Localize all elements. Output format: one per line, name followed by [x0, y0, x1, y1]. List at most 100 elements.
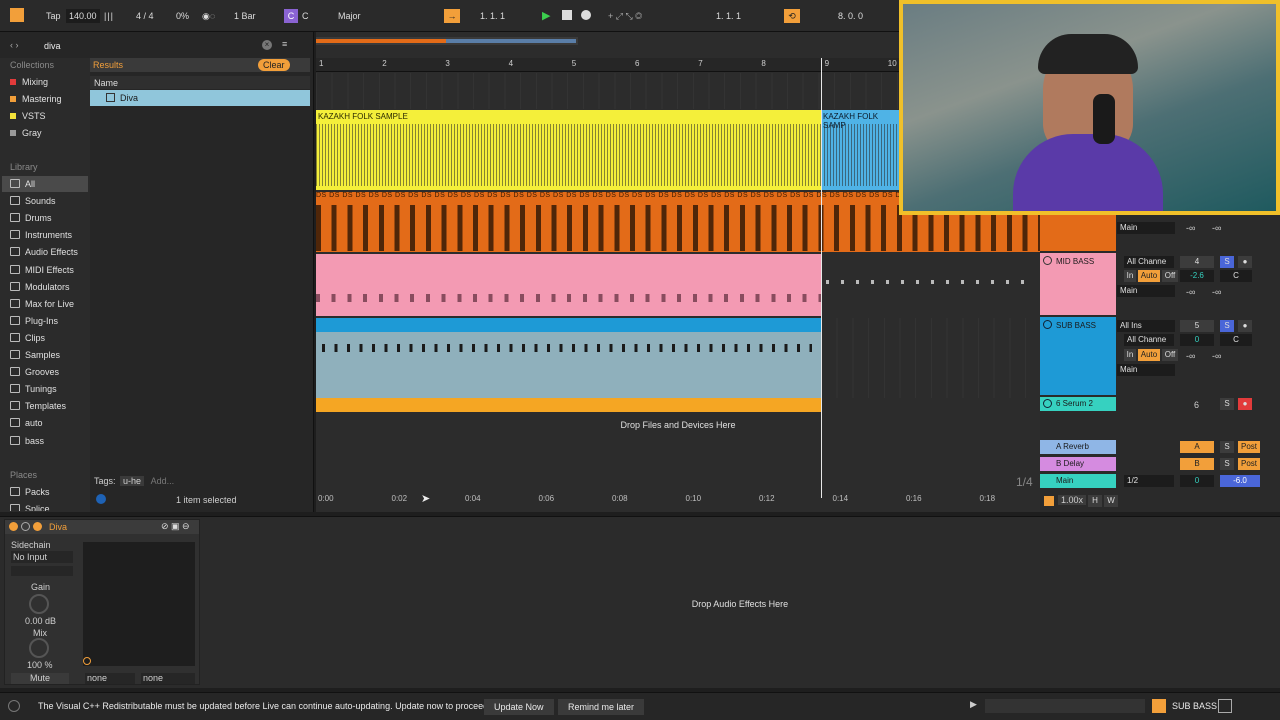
- h-button[interactable]: H: [1088, 495, 1102, 507]
- remind-later-button[interactable]: Remind me later: [558, 699, 645, 715]
- library-item[interactable]: Templates: [10, 398, 88, 414]
- loop-length-field[interactable]: 8. 0. 0: [838, 9, 863, 23]
- mod-slot-1[interactable]: none: [85, 673, 135, 684]
- search-input[interactable]: diva: [44, 41, 61, 51]
- time-signature[interactable]: 4 / 4: [136, 9, 154, 23]
- add-tag-input[interactable]: Add...: [151, 476, 175, 486]
- live-logo-icon[interactable]: [10, 8, 24, 22]
- time-label[interactable]: 0:00: [318, 494, 334, 503]
- diva-device[interactable]: Diva ⊘ ▣ ⊖ Sidechain No Input Gain 0.00 …: [4, 519, 200, 685]
- gain-knob[interactable]: [29, 594, 49, 614]
- pan-field[interactable]: C: [1220, 270, 1252, 282]
- library-item[interactable]: Modulators: [10, 279, 88, 295]
- clear-button[interactable]: Clear: [258, 59, 290, 71]
- collection-item[interactable]: Gray: [10, 125, 88, 141]
- monitor-auto[interactable]: Auto: [1138, 349, 1160, 361]
- clip-kazakh-folk[interactable]: KAZAKH FOLK SAMPLE: [316, 110, 821, 190]
- loop-toggle-icon[interactable]: ⟲: [784, 9, 800, 23]
- library-item[interactable]: MIDI Effects: [10, 262, 88, 278]
- w-button[interactable]: W: [1104, 495, 1118, 507]
- output-dropdown[interactable]: Main: [1117, 222, 1175, 234]
- update-now-button[interactable]: Update Now: [484, 699, 554, 715]
- device-controls-icons[interactable]: ⊘ ▣ ⊖: [161, 521, 190, 532]
- warning-icon[interactable]: [1152, 699, 1166, 713]
- clip-sub-bass[interactable]: [316, 318, 821, 398]
- loop-start-field[interactable]: 1. 1. 1: [716, 9, 741, 23]
- play-icon[interactable]: ▶: [542, 9, 550, 23]
- solo-button[interactable]: S: [1220, 256, 1234, 268]
- bar-number[interactable]: 10: [888, 59, 897, 68]
- solo-button[interactable]: S: [1220, 441, 1234, 453]
- bar-number[interactable]: 3: [445, 59, 449, 68]
- solo-button[interactable]: S: [1220, 320, 1234, 332]
- sidechain-dropdown[interactable]: No Input: [11, 551, 73, 563]
- library-item[interactable]: Samples: [10, 347, 88, 363]
- mod-slot-2[interactable]: none: [141, 673, 195, 684]
- time-label[interactable]: 0:14: [833, 494, 849, 503]
- output-dropdown[interactable]: Main: [1117, 285, 1175, 297]
- groove-percent[interactable]: 0%: [176, 9, 189, 23]
- library-item[interactable]: Sounds: [10, 193, 88, 209]
- overview-strip[interactable]: [316, 37, 578, 45]
- monitor-off[interactable]: Off: [1162, 270, 1178, 282]
- input-channel-dropdown[interactable]: All Channe: [1124, 334, 1174, 346]
- clip-kazakh-folk-2[interactable]: KAZAKH FOLK SAMP: [821, 110, 901, 190]
- input-type-dropdown[interactable]: All Ins: [1117, 320, 1175, 332]
- bar-number[interactable]: 9: [825, 59, 829, 68]
- follow-icon[interactable]: [1044, 496, 1054, 506]
- post-button[interactable]: Post: [1238, 441, 1260, 453]
- solo-button[interactable]: S: [1220, 458, 1234, 470]
- library-item[interactable]: Clips: [10, 330, 88, 346]
- playhead[interactable]: [821, 58, 822, 498]
- collection-item[interactable]: Mixing: [10, 74, 88, 90]
- main-db-field[interactable]: -6.0: [1220, 475, 1260, 487]
- bar-number[interactable]: 8: [761, 59, 765, 68]
- mix-knob[interactable]: [29, 638, 49, 658]
- library-item[interactable]: Audio Effects: [10, 244, 88, 260]
- library-item[interactable]: Plug-Ins: [10, 313, 88, 329]
- library-item[interactable]: Grooves: [10, 364, 88, 380]
- mute-button[interactable]: Mute: [11, 673, 69, 684]
- library-item[interactable]: auto: [10, 415, 88, 431]
- track-header-serum[interactable]: 6 Serum 2: [1040, 397, 1116, 411]
- filter-icon[interactable]: ≡: [282, 39, 287, 49]
- view-toggle-icon[interactable]: [1218, 699, 1232, 713]
- quantize-dropdown[interactable]: 1 Bar: [234, 9, 256, 23]
- time-label[interactable]: 0:06: [539, 494, 555, 503]
- scale-dropdown[interactable]: Major: [338, 9, 361, 23]
- plugin-display[interactable]: [83, 542, 195, 666]
- library-item[interactable]: Tunings: [10, 381, 88, 397]
- input-channel-dropdown[interactable]: All Channe: [1124, 256, 1174, 268]
- solo-button[interactable]: S: [1220, 398, 1234, 410]
- collection-item[interactable]: Mastering: [10, 91, 88, 107]
- track-lane-sub-bass-tail[interactable]: [821, 318, 1040, 398]
- library-item[interactable]: Drums: [10, 210, 88, 226]
- volume-field[interactable]: 0: [1180, 334, 1214, 346]
- name-column-header[interactable]: Name: [90, 76, 310, 89]
- metronome-icon[interactable]: |||: [104, 9, 114, 23]
- tap-button[interactable]: Tap: [46, 9, 61, 23]
- bar-number[interactable]: 7: [698, 59, 702, 68]
- arm-icon[interactable]: ●: [1238, 256, 1252, 268]
- monitor-in[interactable]: In: [1124, 270, 1136, 282]
- track-activator[interactable]: 5: [1180, 320, 1214, 332]
- monitor-auto[interactable]: Auto: [1138, 270, 1160, 282]
- automation-icons[interactable]: + ⤢ ⤡ ◎: [608, 9, 642, 23]
- time-label[interactable]: 0:18: [980, 494, 996, 503]
- bar-number[interactable]: 6: [635, 59, 639, 68]
- info-icon[interactable]: [96, 494, 106, 504]
- arm-icon[interactable]: ●: [1238, 398, 1252, 410]
- clip-serum[interactable]: [316, 398, 821, 412]
- track-header-drums[interactable]: [1040, 215, 1116, 251]
- places-item[interactable]: Splice: [10, 501, 88, 511]
- time-label[interactable]: 0:02: [392, 494, 408, 503]
- time-label[interactable]: 0:08: [612, 494, 628, 503]
- sidechain-channel[interactable]: [11, 566, 73, 576]
- back-forward-icons[interactable]: ‹ ›: [10, 40, 19, 50]
- key-dropdown[interactable]: C: [302, 9, 309, 23]
- clip-mid-bass[interactable]: [316, 254, 821, 316]
- device-power-icon[interactable]: [9, 522, 18, 531]
- song-position[interactable]: 1. 1. 1: [480, 9, 505, 23]
- tag-chip[interactable]: u-he: [120, 476, 145, 486]
- scale-mode-badge[interactable]: C: [284, 9, 298, 23]
